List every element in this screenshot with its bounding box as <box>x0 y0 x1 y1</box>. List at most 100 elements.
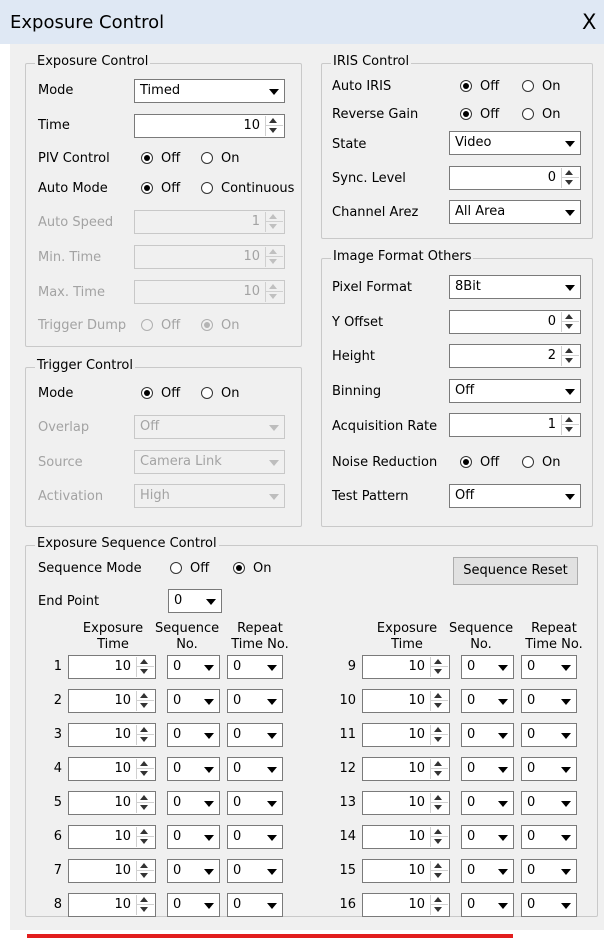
repeat-time-select[interactable]: 0 <box>521 825 577 849</box>
repeat-time-select[interactable]: 0 <box>227 825 283 849</box>
sequence-no-select[interactable]: 0 <box>167 723 220 747</box>
test-pattern-select[interactable]: Off <box>449 484 581 508</box>
chevron-down-icon[interactable] <box>560 133 579 153</box>
spin-arrows-icon[interactable] <box>136 691 154 711</box>
exposure-time-spinner[interactable]: 10 <box>362 723 450 747</box>
chevron-down-icon[interactable] <box>560 277 579 297</box>
auto-mode-continuous-radio[interactable] <box>201 182 213 194</box>
chevron-down-icon[interactable] <box>262 725 281 745</box>
sequence-no-select[interactable]: 0 <box>461 689 514 713</box>
sequence-no-select[interactable]: 0 <box>461 655 514 679</box>
chevron-down-icon[interactable] <box>262 895 281 915</box>
repeat-time-select[interactable]: 0 <box>227 859 283 883</box>
sequence-no-select[interactable]: 0 <box>167 689 220 713</box>
exposure-time-spinner[interactable]: 10 <box>68 893 156 917</box>
spin-arrows-icon[interactable] <box>430 827 448 847</box>
spin-arrows-icon[interactable] <box>430 725 448 745</box>
sync-level-spinner[interactable]: 0 <box>449 166 581 190</box>
max-time-spinner[interactable]: 10 <box>134 280 285 304</box>
sequence-no-select[interactable]: 0 <box>167 757 220 781</box>
exposure-time-spinner[interactable]: 10 <box>68 791 156 815</box>
chevron-down-icon[interactable] <box>262 691 281 711</box>
chevron-down-icon[interactable] <box>199 725 218 745</box>
chevron-down-icon[interactable] <box>264 486 283 506</box>
chevron-down-icon[interactable] <box>262 793 281 813</box>
spin-arrows-icon[interactable] <box>136 759 154 779</box>
spin-arrows-icon[interactable] <box>561 346 579 366</box>
piv-off-radio[interactable] <box>141 152 153 164</box>
repeat-time-select[interactable]: 0 <box>227 689 283 713</box>
height-spinner[interactable]: 2 <box>449 344 581 368</box>
activation-select[interactable]: High <box>134 484 285 508</box>
repeat-time-select[interactable]: 0 <box>227 791 283 815</box>
chevron-down-icon[interactable] <box>493 725 512 745</box>
chevron-down-icon[interactable] <box>262 861 281 881</box>
binning-select[interactable]: Off <box>449 379 581 403</box>
repeat-time-select[interactable]: 0 <box>521 655 577 679</box>
pixel-format-select[interactable]: 8Bit <box>449 275 581 299</box>
auto-speed-spinner[interactable]: 1 <box>134 210 285 234</box>
spin-arrows-icon[interactable] <box>265 212 283 232</box>
chevron-down-icon[interactable] <box>556 657 575 677</box>
spin-arrows-icon[interactable] <box>136 657 154 677</box>
repeat-time-select[interactable]: 0 <box>227 655 283 679</box>
end-point-select[interactable]: 0 <box>168 589 222 613</box>
sequence-no-select[interactable]: 0 <box>167 859 220 883</box>
auto-iris-on-radio[interactable] <box>522 80 534 92</box>
chevron-down-icon[interactable] <box>556 895 575 915</box>
repeat-time-select[interactable]: 0 <box>227 893 283 917</box>
exposure-time-spinner[interactable]: 10 <box>362 757 450 781</box>
acquisition-rate-spinner[interactable]: 1 <box>449 413 581 437</box>
chevron-down-icon[interactable] <box>493 895 512 915</box>
spin-arrows-icon[interactable] <box>136 827 154 847</box>
exposure-time-spinner[interactable]: 10 <box>362 655 450 679</box>
chevron-down-icon[interactable] <box>199 827 218 847</box>
trigger-mode-on-radio[interactable] <box>201 387 213 399</box>
chevron-down-icon[interactable] <box>493 657 512 677</box>
repeat-time-select[interactable]: 0 <box>227 757 283 781</box>
spin-arrows-icon[interactable] <box>561 168 579 188</box>
exposure-time-spinner[interactable]: 10 <box>68 757 156 781</box>
sequence-no-select[interactable]: 0 <box>461 893 514 917</box>
mode-select[interactable]: Timed <box>134 79 285 103</box>
chevron-down-icon[interactable] <box>493 759 512 779</box>
chevron-down-icon[interactable] <box>199 657 218 677</box>
chevron-down-icon[interactable] <box>199 861 218 881</box>
spin-arrows-icon[interactable] <box>561 415 579 435</box>
chevron-down-icon[interactable] <box>493 861 512 881</box>
reverse-gain-on-radio[interactable] <box>522 108 534 120</box>
spin-arrows-icon[interactable] <box>561 312 579 332</box>
sequence-no-select[interactable]: 0 <box>167 655 220 679</box>
sequence-no-select[interactable]: 0 <box>461 825 514 849</box>
chevron-down-icon[interactable] <box>493 793 512 813</box>
spin-arrows-icon[interactable] <box>430 793 448 813</box>
chevron-down-icon[interactable] <box>201 591 220 611</box>
sequence-no-select[interactable]: 0 <box>167 893 220 917</box>
trigger-dump-off-radio[interactable] <box>141 319 153 331</box>
sequence-reset-button[interactable]: Sequence Reset <box>453 557 578 585</box>
chevron-down-icon[interactable] <box>199 759 218 779</box>
exposure-time-spinner[interactable]: 10 <box>68 825 156 849</box>
spin-arrows-icon[interactable] <box>430 759 448 779</box>
noise-reduction-off-radio[interactable] <box>460 456 472 468</box>
channel-area-select[interactable]: All Area <box>449 200 581 224</box>
chevron-down-icon[interactable] <box>264 452 283 472</box>
chevron-down-icon[interactable] <box>556 861 575 881</box>
exposure-time-spinner[interactable]: 10 <box>362 859 450 883</box>
spin-arrows-icon[interactable] <box>430 861 448 881</box>
chevron-down-icon[interactable] <box>556 827 575 847</box>
chevron-down-icon[interactable] <box>199 691 218 711</box>
exposure-time-spinner[interactable]: 10 <box>362 893 450 917</box>
repeat-time-select[interactable]: 0 <box>521 791 577 815</box>
exposure-time-spinner[interactable]: 10 <box>68 723 156 747</box>
spin-arrows-icon[interactable] <box>136 725 154 745</box>
reverse-gain-off-radio[interactable] <box>460 108 472 120</box>
repeat-time-select[interactable]: 0 <box>521 859 577 883</box>
repeat-time-select[interactable]: 0 <box>521 893 577 917</box>
trigger-mode-off-radio[interactable] <box>141 387 153 399</box>
noise-reduction-on-radio[interactable] <box>522 456 534 468</box>
state-select[interactable]: Video <box>449 131 581 155</box>
min-time-spinner[interactable]: 10 <box>134 245 285 269</box>
spin-arrows-icon[interactable] <box>136 895 154 915</box>
trigger-dump-on-radio[interactable] <box>201 319 213 331</box>
